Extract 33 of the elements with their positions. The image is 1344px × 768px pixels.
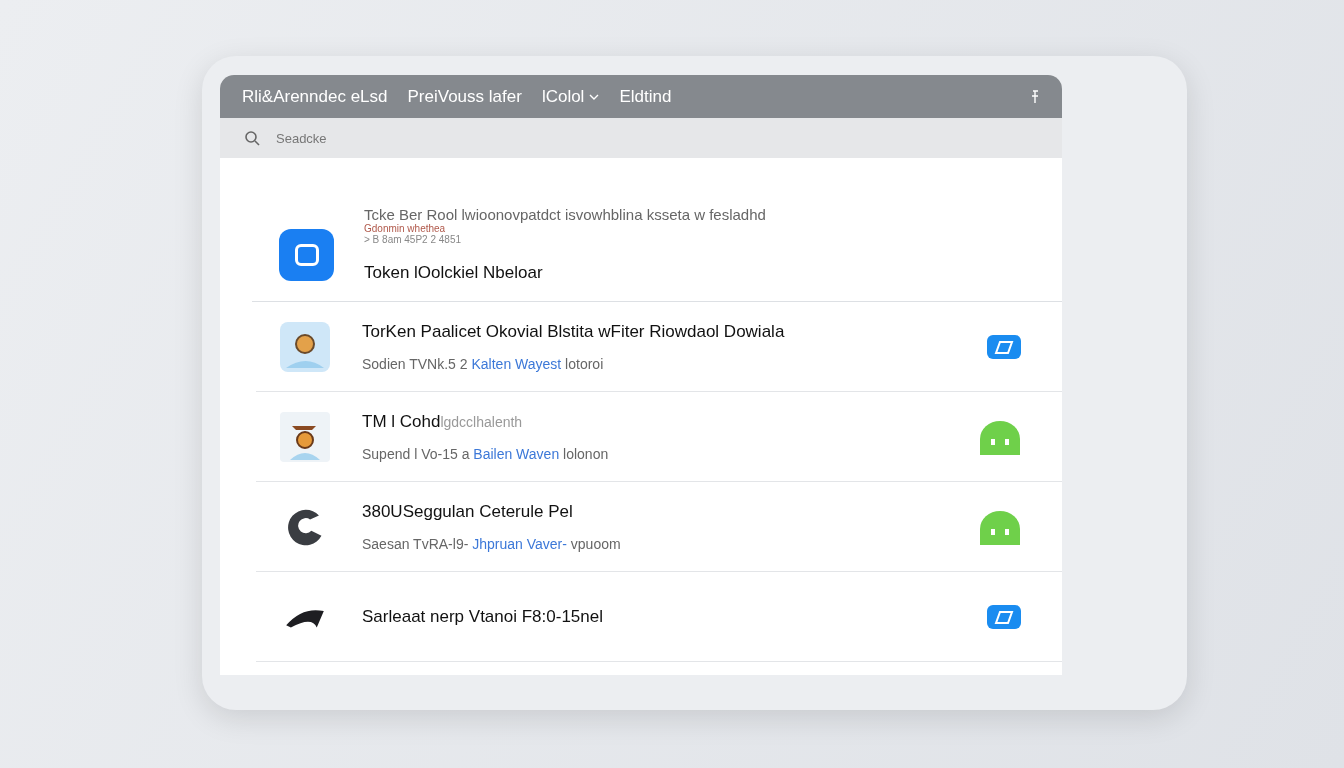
- developer-link[interactable]: Kalten Wayest: [471, 355, 562, 372]
- app-subtitle: Saesan TvRA-l9- Jhpruan Vaver- vpuoom: [362, 535, 622, 552]
- store-icon[interactable]: [986, 333, 1022, 360]
- app-subtitle: Sodien TVNk.5 2 Kalten Wayest lotoroi: [362, 355, 605, 372]
- menu-item[interactable]: PreiVouss lafer: [407, 86, 522, 107]
- developer-link[interactable]: Bailen Waven: [473, 445, 560, 462]
- app-icon: [278, 319, 332, 374]
- app-row[interactable]: TorKen Paalicet Okovial Blstita wFiter Riowdaol Dowiala Sodien TVNk.5 2 Kalten Wayest lotoroi: [256, 302, 1062, 392]
- search-field[interactable]: Seadcke: [274, 129, 478, 147]
- meta-text: > B 8am 45P2 2 4851: [364, 234, 463, 245]
- app-subtitle: Supend l Vo-15 a Bailen Waven lolonon: [362, 445, 610, 462]
- app-title: TM l Cohdlgdcclhalenth: [362, 411, 524, 432]
- search-icon: [244, 130, 260, 146]
- android-icon[interactable]: [978, 418, 1022, 455]
- app-row[interactable]: Sarleaat nerp Vtanoi F8:0-15nel: [256, 572, 1062, 662]
- store-icon[interactable]: [986, 603, 1022, 630]
- crescent-icon: [286, 507, 324, 546]
- menu-item[interactable]: Eldtind: [619, 86, 672, 107]
- app-icon[interactable]: [279, 229, 334, 281]
- caption-text: Tcke Ber Rool lwioonovpatdct isvowhblina ksseta w fesladhd: [364, 206, 766, 223]
- chevron-icon: [589, 93, 600, 100]
- app-title: Sarleaat nerp Vtanoi F8:0-15nel: [362, 606, 604, 627]
- android-icon[interactable]: [978, 508, 1022, 545]
- app-icon: [278, 409, 332, 464]
- app-row[interactable]: 380USeggulan Ceterule Pel Saesan TvRA-l9- Jhpruan Vaver- vpuoom: [256, 482, 1062, 572]
- app-row[interactable]: TM l Cohdlgdcclhalenth Supend l Vo-15 a Bailen Waven lolonon: [256, 392, 1062, 482]
- app-title: 380USeggulan Ceterule Pel: [362, 501, 574, 522]
- app-title: Token lOolckiel Nbeloar: [364, 263, 544, 283]
- developer-link[interactable]: Jhpruan Vaver-: [472, 535, 567, 552]
- menu-item[interactable]: Rli&Arenndec eLsd: [242, 86, 388, 107]
- app-title: TorKen Paalicet Okovial Blstita wFiter Riowdaol Dowiala: [362, 321, 786, 342]
- menu-item[interactable]: lColol: [541, 86, 600, 107]
- note-text: Gdonmin whethea: [364, 223, 447, 234]
